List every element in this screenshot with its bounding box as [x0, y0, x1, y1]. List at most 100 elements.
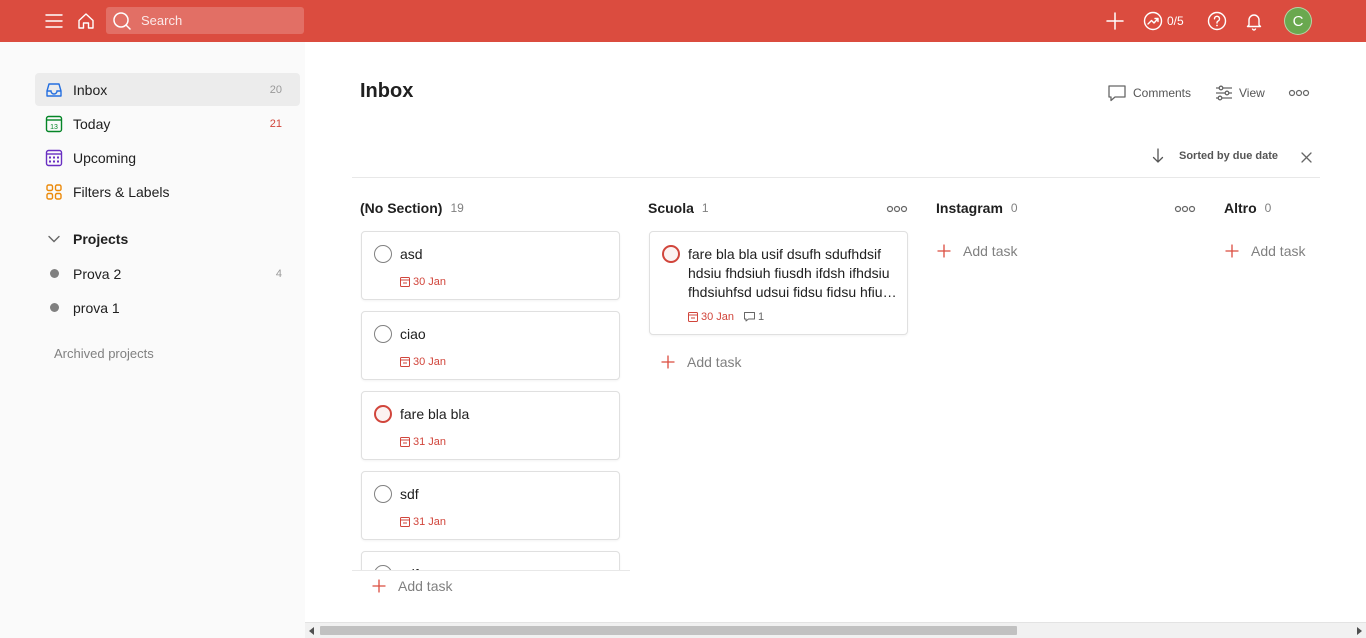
top-bar: Search 0/5 C — [0, 0, 1366, 42]
sidebar-item-filters-labels[interactable]: Filters & Labels — [35, 175, 300, 208]
calendar-icon — [400, 277, 410, 287]
project-count: 4 — [275, 267, 282, 280]
task-title: ciao — [400, 326, 426, 342]
task-card[interactable]: fare bla bla 31 Jan — [361, 391, 620, 460]
search-placeholder: Search — [141, 13, 183, 28]
sort-bar: Sorted by due date — [352, 146, 1320, 178]
main-content: Inbox Comments View Sorted by due date (… — [305, 42, 1366, 638]
add-task-button[interactable]: Add task — [661, 354, 741, 370]
section-name: Altro — [1224, 200, 1257, 216]
task-card[interactable]: ciao 30 Jan — [361, 311, 620, 380]
board-section: (No Section) 19 — [360, 192, 620, 224]
due-date-label: 30 Jan — [701, 311, 735, 323]
section-header: Altro 0 — [1224, 192, 1366, 224]
task-meta: 30 Jan 1 — [688, 311, 764, 323]
board-section: Scuola 1 fare bla bla usif dsufh sdufhds… — [648, 192, 908, 422]
horizontal-scrollbar[interactable] — [305, 622, 1366, 638]
menu-icon[interactable] — [42, 6, 66, 36]
task-title: fare bla bla — [400, 406, 470, 422]
close-icon[interactable] — [1301, 150, 1312, 168]
add-task-button[interactable]: Add task — [1225, 243, 1305, 259]
plus-icon — [661, 355, 687, 369]
due-date-label: 31 Jan — [413, 436, 447, 448]
more-options-icon[interactable] — [1288, 82, 1310, 104]
sort-direction-icon[interactable] — [1152, 148, 1164, 169]
productivity-button[interactable]: 0/5 — [1143, 6, 1193, 36]
inbox-count: 20 — [269, 83, 282, 96]
calendar-icon — [400, 357, 410, 367]
add-task-button[interactable]: Add task — [372, 578, 452, 594]
section-more-icon[interactable] — [1174, 200, 1196, 218]
today-count: 21 — [269, 117, 282, 130]
sidebar-item-inbox[interactable]: Inbox 20 — [35, 73, 300, 106]
search-icon — [112, 11, 132, 31]
section-more-icon[interactable] — [886, 200, 908, 218]
sidebar-item-project[interactable]: Prova 2 4 — [35, 257, 300, 290]
task-card[interactable]: sdf 31 Jan — [361, 471, 620, 540]
plus-icon — [372, 579, 398, 593]
filters-icon — [35, 183, 73, 201]
due-date-label: 30 Jan — [413, 356, 447, 368]
comment-icon — [1108, 85, 1126, 102]
scrollbar-thumb[interactable] — [320, 626, 1017, 635]
task-title: sdf — [400, 486, 419, 502]
task-checkbox[interactable] — [374, 485, 392, 503]
due-date-label: 31 Jan — [413, 516, 447, 528]
page-title: Inbox — [360, 80, 414, 102]
karma-trend-icon — [1143, 11, 1163, 31]
comment-icon — [744, 312, 756, 322]
plus-icon — [1225, 244, 1251, 258]
projects-header[interactable]: Projects — [35, 224, 300, 254]
add-task-label: Add task — [1251, 243, 1306, 259]
bell-icon[interactable] — [1242, 6, 1266, 36]
section-count: 0 — [1264, 201, 1272, 215]
project-color-dot — [49, 303, 59, 312]
board-section: Altro 0 Add task — [1224, 192, 1366, 272]
view-label: View — [1239, 86, 1265, 100]
add-task-label: Add task — [398, 578, 453, 594]
calendar-today-icon: 13 — [35, 115, 73, 133]
home-icon[interactable] — [74, 6, 98, 36]
help-icon[interactable] — [1205, 6, 1229, 36]
section-header: Scuola 1 — [648, 192, 908, 224]
view-button[interactable]: View — [1215, 82, 1265, 104]
section-header: Instagram 0 — [936, 192, 1196, 224]
task-checkbox[interactable] — [374, 405, 392, 423]
task-card[interactable]: fare bla bla usif dsufh sdufhdsif hdsiu … — [649, 231, 908, 335]
sidebar-item-upcoming[interactable]: Upcoming — [35, 141, 300, 174]
projects-title: Projects — [73, 231, 129, 247]
task-card[interactable]: asd 30 Jan — [361, 231, 620, 300]
calendar-icon — [688, 312, 698, 322]
sidebar: Inbox 20 13 Today 21 Upcoming Filters & … — [0, 42, 305, 638]
task-card[interactable]: sdf — [361, 551, 620, 570]
task-checkbox[interactable] — [374, 245, 392, 263]
section-count: 1 — [701, 201, 709, 215]
section-footer: Add task — [352, 570, 630, 604]
avatar[interactable]: C — [1284, 7, 1312, 35]
archived-projects-link[interactable]: Archived projects — [54, 346, 154, 361]
sort-label[interactable]: Sorted by due date — [1179, 150, 1278, 162]
project-color-dot — [49, 269, 59, 278]
quick-add-button[interactable] — [1103, 6, 1127, 36]
section-name: Scuola — [648, 200, 694, 216]
scroll-right-arrow[interactable] — [1357, 627, 1362, 635]
task-due-date: 30 Jan — [400, 276, 446, 288]
search-input[interactable]: Search — [106, 7, 304, 34]
section-header: (No Section) 19 — [360, 192, 620, 224]
sidebar-item-today[interactable]: 13 Today 21 — [35, 107, 300, 140]
calendar-upcoming-icon — [35, 149, 73, 167]
section-count: 0 — [1010, 201, 1018, 215]
sliders-icon — [1216, 85, 1232, 101]
comments-label: Comments — [1133, 86, 1192, 100]
plus-icon — [937, 244, 963, 258]
sidebar-item-label: Upcoming — [73, 149, 137, 166]
chevron-down-icon[interactable] — [35, 235, 73, 243]
task-checkbox[interactable] — [374, 325, 392, 343]
scroll-left-arrow[interactable] — [309, 627, 314, 635]
sidebar-item-project[interactable]: prova 1 — [35, 291, 300, 324]
task-checkbox[interactable] — [662, 245, 680, 263]
task-due-date: 31 Jan — [400, 516, 446, 528]
section-name: Instagram — [936, 200, 1003, 216]
add-task-button[interactable]: Add task — [937, 243, 1017, 259]
comments-button[interactable]: Comments — [1107, 82, 1191, 104]
